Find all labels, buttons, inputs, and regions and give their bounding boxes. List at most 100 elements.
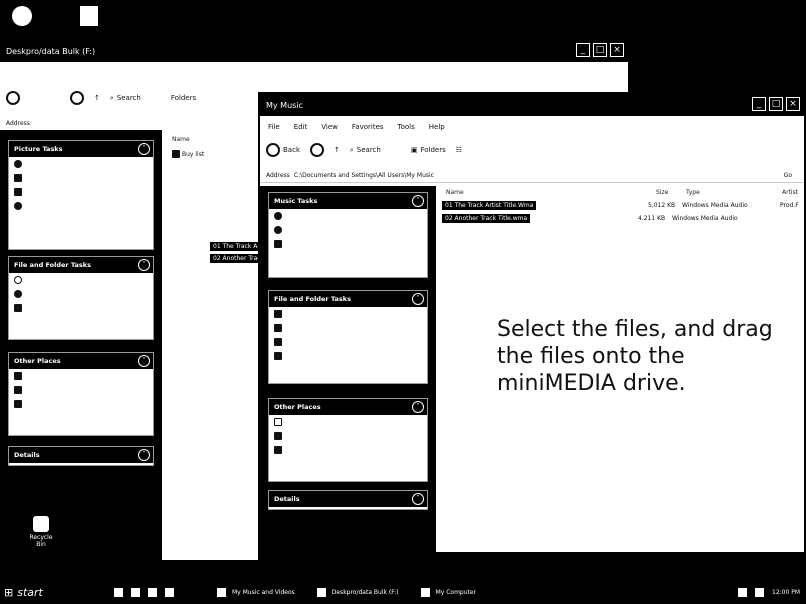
file-row[interactable]: 01 The Track Artist Title.Wma 5,012 KB W…	[442, 201, 802, 210]
back-file-item[interactable]: Buy list	[172, 150, 204, 158]
details-header[interactable]: Details ˅	[9, 447, 153, 463]
task-order-prints[interactable]: Order prints online	[9, 171, 153, 185]
search-icon: ⌕	[349, 145, 354, 154]
place-my-pictures[interactable]: My Pictures	[9, 383, 153, 397]
collapse-icon[interactable]: ˄	[412, 293, 424, 305]
up-button[interactable]: ↑	[334, 146, 340, 154]
maximize-button[interactable]: □	[593, 43, 607, 57]
expand-icon[interactable]: ˅	[412, 493, 424, 505]
search-button[interactable]: ⌕ Search	[350, 146, 381, 155]
front-other-places: Other Places ˄ My Documents My Computer …	[268, 398, 428, 482]
forward-button[interactable]	[70, 91, 84, 105]
column-name[interactable]: Name	[446, 189, 464, 196]
desktop-icon[interactable]	[165, 587, 174, 597]
clock[interactable]: 12:00 PM	[772, 589, 800, 596]
menu-file[interactable]: File	[268, 123, 280, 131]
collapse-icon[interactable]: ˄	[138, 143, 150, 155]
system-tray: 12:00 PM	[738, 587, 806, 597]
column-size[interactable]: Size	[656, 189, 668, 196]
details-header[interactable]: Details ˅	[269, 491, 427, 507]
file-row[interactable]: 02 Another Track Title.wma 4,211 KB Wind…	[442, 214, 802, 223]
task-print-pictures[interactable]: Print pictures	[9, 185, 153, 199]
task-shop-music[interactable]: Shop for music online	[269, 237, 427, 251]
place-my-computer[interactable]: My Computer	[9, 369, 153, 383]
place-network[interactable]: My Network Places	[269, 443, 427, 457]
collapse-icon[interactable]: ˄	[412, 195, 424, 207]
taskbar-item[interactable]: My Music and Videos	[217, 587, 295, 597]
browser-icon[interactable]	[114, 587, 123, 597]
minimize-button[interactable]: _	[752, 97, 766, 111]
maximize-button[interactable]: □	[769, 97, 783, 111]
other-places-header[interactable]: Other Places ˄	[269, 399, 427, 415]
close-button[interactable]: ×	[786, 97, 800, 111]
task-copy-cd[interactable]: Copy all items to CD	[9, 199, 153, 213]
forward-button[interactable]	[310, 143, 324, 157]
menu-view[interactable]: View	[321, 123, 338, 131]
address-value[interactable]: C:\Documents and Settings\All Users\My M…	[294, 172, 434, 179]
shop-icon	[274, 240, 282, 248]
start-button[interactable]: ⊞ start	[0, 586, 84, 599]
file-tasks-header[interactable]: File and Folder Tasks ˄	[9, 257, 153, 273]
back-column-name[interactable]: Name	[172, 136, 190, 143]
collapse-icon[interactable]: ˄	[138, 355, 150, 367]
back-picture-tasks: Picture Tasks ˄ View as a slide show Ord…	[8, 140, 154, 250]
globe-icon	[14, 290, 22, 298]
close-button[interactable]: ×	[610, 43, 624, 57]
taskbar-item[interactable]: Deskpro/data Bulk (F:)	[316, 587, 399, 597]
column-type[interactable]: Type	[686, 189, 700, 196]
front-address-bar[interactable]: Address C:\Documents and Settings\All Us…	[260, 168, 804, 183]
network-tray-icon[interactable]	[738, 587, 747, 597]
search-button[interactable]: ⌕ Search	[110, 94, 141, 103]
front-window-title: My Music	[266, 100, 303, 110]
task-copy-items[interactable]: Copy the selected items	[269, 321, 427, 335]
documents-icon	[274, 418, 282, 426]
task-copy-audio-cd[interactable]: Copy to audio CD	[269, 223, 427, 237]
move-icon	[274, 310, 282, 318]
file-tasks-header[interactable]: File and Folder Tasks ˄	[269, 291, 427, 307]
other-places-header[interactable]: Other Places ˄	[9, 353, 153, 369]
menu-favorites[interactable]: Favorites	[352, 123, 384, 131]
task-new-folder[interactable]: Make a new folder	[9, 273, 153, 287]
music-tasks-header[interactable]: Music Tasks ˄	[269, 193, 427, 209]
column-artist[interactable]: Artist	[782, 189, 798, 196]
volume-tray-icon[interactable]	[755, 587, 764, 597]
picture-tasks-header[interactable]: Picture Tasks ˄	[9, 141, 153, 157]
folders-icon: ▣	[410, 146, 418, 154]
media-player-icon[interactable]	[148, 587, 157, 597]
place-my-documents[interactable]: My Documents	[269, 415, 427, 429]
collapse-icon[interactable]: ˄	[138, 259, 150, 271]
back-button[interactable]: Back	[266, 143, 300, 157]
back-window-titlebar[interactable]: Deskpro/data Bulk (F:) _ □ ×	[0, 40, 628, 62]
file-size: 4,211 KB	[638, 215, 666, 222]
task-share-folder[interactable]: Share this folder	[9, 301, 153, 315]
task-publish-web[interactable]: Publish this folder to the Web	[9, 287, 153, 301]
folders-button[interactable]: Folders	[171, 94, 196, 102]
expand-icon[interactable]: ˅	[138, 449, 150, 461]
task-email-items[interactable]: E-mail the selected items	[269, 335, 427, 349]
menu-edit[interactable]: Edit	[294, 123, 308, 131]
minimize-button[interactable]: _	[576, 43, 590, 57]
place-network[interactable]: My Network Places	[9, 397, 153, 411]
folders-button[interactable]: ▣ Folders	[411, 146, 446, 154]
play-icon	[274, 212, 282, 220]
task-slideshow[interactable]: View as a slide show	[9, 157, 153, 171]
task-move-items[interactable]: Move the selected items	[269, 307, 427, 321]
desktop-icon-disc[interactable]	[12, 6, 32, 26]
desktop-icon-recycle-bin[interactable]: Recycle Bin	[26, 516, 56, 548]
place-my-computer[interactable]: My Computer	[269, 429, 427, 443]
email-icon[interactable]	[131, 587, 140, 597]
share-icon	[14, 304, 22, 312]
task-play-selection[interactable]: Play selection	[269, 209, 427, 223]
desktop-icon-book[interactable]	[80, 6, 98, 26]
collapse-icon[interactable]: ˄	[412, 401, 424, 413]
go-button[interactable]: Go	[784, 172, 792, 179]
up-button[interactable]: ↑	[94, 94, 100, 102]
menu-tools[interactable]: Tools	[398, 123, 415, 131]
front-window-titlebar[interactable]: My Music _ □ ×	[260, 94, 804, 116]
views-button[interactable]: ☷	[456, 146, 462, 154]
menu-help[interactable]: Help	[429, 123, 445, 131]
back-button[interactable]	[6, 91, 20, 105]
horizontal-scrollbar[interactable]	[436, 552, 804, 560]
taskbar-item[interactable]: My Computer	[420, 587, 476, 597]
task-delete-items[interactable]: Delete the selected items	[269, 349, 427, 363]
